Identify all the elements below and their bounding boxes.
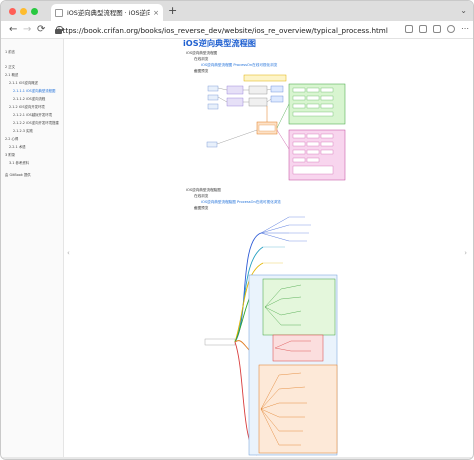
url-text[interactable]: https://book.crifan.org/books/ios_revers… [58, 26, 388, 35]
mindmap-screenshot[interactable] [201, 211, 347, 459]
page-title: iOS逆向典型流程图 [183, 38, 256, 48]
reload-button[interactable]: ⟳ [37, 24, 45, 36]
favorites-icon[interactable] [419, 25, 427, 33]
new-tab-button[interactable]: + [168, 5, 177, 17]
zoom-window-button[interactable] [31, 8, 38, 15]
sidebar-item[interactable]: 2.1.2.2 iOS逆向开发环境搭建 [13, 120, 59, 125]
split-screen-icon[interactable] [405, 25, 413, 33]
back-button[interactable]: ← [9, 24, 17, 36]
tab-bar: iOS逆向典型流程图 · iOS逆向 × + ⌄ [1, 1, 473, 21]
flowchart-screenshot[interactable] [201, 74, 347, 182]
section-heading: iOS逆向典型流程图 [186, 51, 218, 55]
address-bar[interactable]: https://book.crifan.org/books/ios_revers… [55, 23, 388, 37]
sidebar-item[interactable]: 2.2.1 术语 [9, 144, 26, 149]
online-view-link[interactable]: iOS逆向典型流程脑图 ProcessOn在线可视化浏览 [201, 200, 281, 205]
browser-window: iOS逆向典型流程图 · iOS逆向 × + ⌄ ← → ⟳ https://b… [0, 0, 474, 460]
tab-title: iOS逆向典型流程图 · iOS逆向 [67, 9, 151, 17]
page-icon [55, 8, 63, 17]
minimize-window-button[interactable] [20, 8, 27, 15]
gitbook-credit-link[interactable]: 由 GitBook 提供 [5, 172, 31, 177]
sidebar-item-active[interactable]: 2.1.1.1 iOS逆向典型流程图 [13, 88, 55, 93]
next-page-icon[interactable]: › [464, 249, 467, 257]
online-view-link[interactable]: iOS逆向典型流程图 ProcessOn在线可视化浏览 [201, 63, 277, 68]
sidebar-item[interactable]: 2.1.1.2 iOS逆向流程 [13, 96, 45, 101]
sidebar-item[interactable]: 2.1.2.3 实践 [13, 128, 33, 133]
sidebar-item[interactable]: 2.1.2 iOS逆向开发环境 [9, 104, 45, 109]
profile-icon[interactable] [447, 25, 455, 33]
sidebar-item[interactable]: 2.1 概述 [5, 72, 18, 77]
bullet-label: 在线浏览 [194, 194, 209, 198]
collections-icon[interactable] [433, 25, 441, 33]
window-bottom-edge [1, 457, 473, 459]
bullet-label: 在线浏览 [194, 57, 209, 61]
chevron-down-icon[interactable]: ⌄ [460, 6, 467, 15]
sidebar-item[interactable]: 2.2 心得 [5, 136, 18, 141]
previous-page-icon[interactable]: ‹ [67, 249, 70, 257]
book-sidebar: 1 前言 2 正文 2.1 概述 2.1.1 iOS逆向概述 2.1.1.1 i… [1, 39, 64, 459]
active-tab[interactable]: iOS逆向典型流程图 · iOS逆向 × [51, 4, 163, 21]
section-heading: iOS逆向典型流程脑图 [186, 188, 221, 192]
more-menu-icon[interactable]: ⋯ [461, 25, 469, 33]
toolbar-icons: ⋯ [405, 25, 469, 33]
sidebar-item[interactable]: 1 前言 [5, 49, 15, 54]
forward-button[interactable]: → [23, 24, 31, 36]
sidebar-item[interactable]: 3.1 参考资料 [9, 160, 29, 165]
sidebar-item[interactable]: 2.1.1 iOS逆向概述 [9, 80, 38, 85]
close-tab-icon[interactable]: × [153, 9, 159, 17]
sidebar-item[interactable]: 3 附录 [5, 152, 15, 157]
sidebar-item[interactable]: 2 正文 [5, 64, 15, 69]
sidebar-item[interactable]: 2.1.2.1 iOS越狱开发环境 [13, 112, 52, 117]
close-window-button[interactable] [9, 8, 16, 15]
